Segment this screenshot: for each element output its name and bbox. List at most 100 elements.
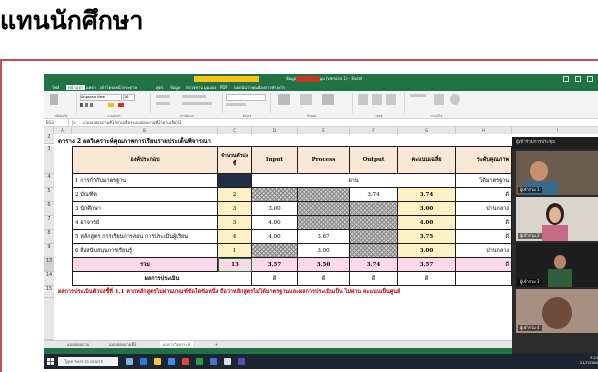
chrome-icon[interactable]: [224, 358, 231, 365]
font-size-select[interactable]: 16: [123, 94, 135, 101]
column-header-d[interactable]: D: [252, 127, 298, 134]
column-header-b[interactable]: B: [72, 127, 218, 134]
select-all-corner[interactable]: [44, 127, 54, 134]
edge-icon[interactable]: [140, 358, 147, 365]
input-cell[interactable]: [252, 188, 298, 202]
average-cell[interactable]: 3.00: [398, 244, 456, 258]
header-output[interactable]: Output: [350, 146, 398, 174]
teams-icon[interactable]: [238, 358, 245, 365]
paste-icon[interactable]: [50, 94, 58, 105]
level-cell[interactable]: ดี: [456, 188, 512, 202]
total-output-cell[interactable]: 3.74: [350, 258, 398, 272]
formula-input[interactable]: =(แบบสอบถามที่1!ค่าเฉลี่ย+แบบสอบถามที่2!…: [82, 119, 510, 126]
input-cell[interactable]: 3.00: [252, 202, 298, 216]
row-component-name[interactable]: 5 หลักสูตร การเรียนการสอน การประเมินผู้เ…: [72, 230, 218, 244]
level-cell[interactable]: ดี: [456, 216, 512, 230]
total-average-cell[interactable]: 3.57: [398, 258, 456, 272]
delete-cells-icon[interactable]: [372, 94, 382, 105]
find-select-icon[interactable]: [450, 94, 460, 105]
average-cell[interactable]: 3.74: [398, 188, 456, 202]
total-label[interactable]: รวม: [72, 258, 218, 272]
format-cells-icon[interactable]: [386, 94, 396, 105]
participant-video[interactable]: ผู้เข้าร่วม 2: [516, 197, 598, 241]
tab-pdf[interactable]: PDF: [220, 85, 228, 90]
tab-data[interactable]: ข้อมูล: [170, 85, 180, 90]
row-number[interactable]: 13: [44, 258, 54, 272]
powerpoint-icon[interactable]: [182, 358, 189, 365]
result-input-cell[interactable]: ดี: [252, 272, 298, 286]
row-number[interactable]: 8: [44, 230, 54, 244]
participant-video[interactable]: ผู้เข้าร่วม 1: [516, 151, 598, 195]
level-cell[interactable]: ปานกลาง: [456, 244, 512, 258]
average-cell[interactable]: 4.00: [398, 216, 456, 230]
minimize-icon[interactable]: [563, 76, 569, 82]
column-header-g[interactable]: G: [398, 127, 456, 134]
average-cell[interactable]: 3.00: [398, 202, 456, 216]
format-table-icon[interactable]: [300, 94, 312, 105]
row-component-name[interactable]: 1 การกำกับมาตรฐาน: [72, 174, 218, 188]
process-cell[interactable]: [298, 188, 350, 202]
total-indicators-cell[interactable]: 13: [218, 258, 252, 272]
italic-icon[interactable]: [85, 103, 88, 107]
tab-view[interactable]: มุมมอง: [204, 85, 216, 90]
font-name-select[interactable]: Angsana New: [80, 94, 122, 101]
column-header-f[interactable]: F: [350, 127, 398, 134]
notification-banner[interactable]: [194, 76, 259, 82]
wrap-text-icon[interactable]: [182, 95, 206, 98]
close-icon[interactable]: [587, 76, 593, 82]
result-output-cell[interactable]: ดี: [350, 272, 398, 286]
row-number[interactable]: 4: [44, 174, 54, 188]
number-format-select[interactable]: [226, 94, 266, 101]
header-component[interactable]: องค์ประกอบ: [72, 146, 218, 174]
cell-styles-icon[interactable]: [322, 94, 334, 105]
output-cell[interactable]: [350, 244, 398, 258]
name-box[interactable]: B13: [46, 119, 69, 126]
taskbar-search-input[interactable]: Type here to search: [58, 357, 118, 366]
header-input[interactable]: Input: [252, 146, 298, 174]
tab-file[interactable]: ไฟล์: [52, 85, 59, 90]
input-cell[interactable]: [252, 244, 298, 258]
row-component-name[interactable]: 6 สิ่งสนับสนุนการเรียนรู้: [72, 244, 218, 258]
process-cell[interactable]: [298, 202, 350, 216]
row-number[interactable]: [44, 298, 54, 340]
row-number[interactable]: 2: [44, 134, 54, 144]
header-level[interactable]: ระดับคุณภาพ: [456, 146, 512, 174]
indicator-count-cell[interactable]: [218, 174, 252, 188]
column-header-a[interactable]: A: [54, 127, 72, 134]
windows-start-icon[interactable]: [47, 358, 54, 365]
font-color-icon[interactable]: [118, 103, 124, 107]
indicator-count-cell[interactable]: 4: [218, 230, 252, 244]
row-component-name[interactable]: 3 นักศึกษา: [72, 202, 218, 216]
column-header-e[interactable]: E: [298, 127, 350, 134]
participant-video[interactable]: ผู้เข้าร่วม 4: [516, 289, 598, 333]
fill-color-icon[interactable]: [108, 103, 114, 107]
file-explorer-icon[interactable]: [154, 358, 161, 365]
row-number[interactable]: 6: [44, 202, 54, 216]
average-cell[interactable]: 3.75: [398, 230, 456, 244]
zoom-icon[interactable]: [210, 358, 217, 365]
row-component-name[interactable]: 2 บัณฑิต: [72, 188, 218, 202]
excel-icon[interactable]: [196, 358, 203, 365]
align-left-icon[interactable]: [156, 102, 170, 105]
tab-page-layout[interactable]: เค้าโครงหน้ากระดาษ: [100, 85, 137, 90]
row-number[interactable]: 7: [44, 216, 54, 230]
tab-home[interactable]: หน้าแรก: [66, 85, 85, 90]
align-top-icon[interactable]: [156, 95, 170, 98]
process-cell[interactable]: 3.67: [298, 230, 350, 244]
pass-level-cell[interactable]: ได้มาตรฐาน: [456, 174, 512, 188]
row-component-name[interactable]: 4 อาจารย์: [72, 216, 218, 230]
maximize-icon[interactable]: [575, 76, 581, 82]
header-process[interactable]: Process: [298, 146, 350, 174]
row-number[interactable]: 5: [44, 188, 54, 202]
underline-icon[interactable]: [90, 103, 93, 107]
output-cell[interactable]: 3.74: [350, 188, 398, 202]
result-process-cell[interactable]: ดี: [298, 272, 350, 286]
level-cell[interactable]: ปานกลาง: [456, 202, 512, 216]
indicator-count-cell[interactable]: 1: [218, 244, 252, 258]
row-number[interactable]: 14: [44, 272, 54, 286]
row-number[interactable]: 3: [44, 146, 54, 174]
column-header-c[interactable]: C: [218, 127, 252, 134]
column-header-h[interactable]: H: [456, 127, 512, 134]
output-cell[interactable]: [350, 230, 398, 244]
result-level-cell[interactable]: [456, 272, 512, 286]
